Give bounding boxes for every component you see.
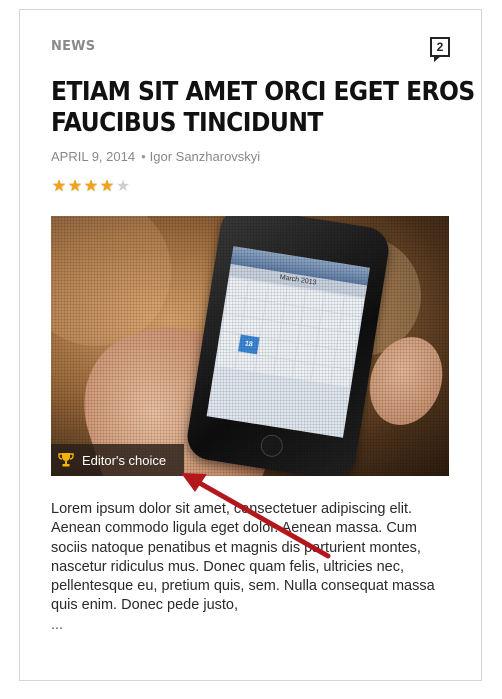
article-author[interactable]: Igor Sanzharovskyi: [150, 149, 261, 164]
smartphone-illustration: March 2013 18: [184, 216, 392, 476]
calendar-day: [333, 349, 355, 370]
article-title-line-2[interactable]: FAUCIBUS TINCIDUNT: [51, 108, 323, 138]
calendar-day: [320, 311, 341, 331]
editors-choice-label: Editor's choice: [82, 452, 167, 468]
article-meta: APRIL 9, 2014 • Igor Sanzharovskyi: [51, 149, 260, 164]
calendar-day: [244, 298, 265, 319]
article-title[interactable]: ETIAM SIT AMET ORCI EGET EROS FAUCIBUS T…: [51, 77, 475, 139]
calendar-day: [330, 367, 352, 388]
calendar-day: [295, 343, 317, 364]
article-image[interactable]: March 2013 18 Editor's choice: [51, 216, 449, 476]
calendar-grid: 18: [214, 276, 365, 389]
calendar-day: [279, 322, 301, 343]
calendar-day: [257, 337, 279, 358]
calendar-day: [298, 325, 320, 346]
editors-choice-badge: Editor's choice: [51, 444, 184, 476]
category-link[interactable]: NEWS: [51, 39, 95, 54]
calendar-day: [263, 302, 284, 322]
calendar-day: [284, 287, 306, 307]
calendar-day: [292, 361, 314, 382]
meta-separator: •: [141, 149, 146, 164]
calendar-day: [276, 340, 298, 361]
calendar-day: [241, 316, 262, 337]
calendar-day: [216, 349, 238, 369]
calendar-day: [222, 313, 243, 334]
star-icon: ★: [99, 178, 115, 195]
article-date: APRIL 9, 2014: [51, 149, 136, 164]
calendar-day: [254, 355, 276, 375]
read-more-ellipsis[interactable]: ...: [51, 616, 453, 635]
calendar-day: [260, 319, 282, 340]
comment-count-badge[interactable]: 2: [430, 37, 450, 62]
calendar-day: [265, 284, 287, 304]
calendar-day: [323, 293, 344, 313]
calendar-day: [227, 278, 249, 298]
calendar-day: [314, 346, 336, 367]
calendar-day: [225, 295, 246, 316]
calendar-day: [342, 296, 363, 316]
calendar-day: [317, 328, 339, 349]
phone-screen: March 2013 18: [206, 246, 370, 438]
trophy-icon: [58, 453, 74, 467]
calendar-day: [301, 308, 322, 328]
star-rating: ★ ★ ★ ★ ★: [51, 178, 131, 196]
star-empty-icon: ★: [115, 178, 131, 195]
calendar-day: [336, 331, 358, 352]
calendar-day: [219, 331, 241, 352]
star-icon: ★: [67, 178, 83, 195]
star-icon: ★: [83, 178, 99, 195]
calendar-day: [246, 281, 268, 301]
calendar-day: [339, 314, 361, 334]
calendar-day: [311, 364, 333, 385]
home-button-icon: [259, 433, 285, 459]
article-title-line-1[interactable]: ETIAM SIT AMET ORCI EGET EROS: [51, 77, 475, 107]
star-icon: ★: [51, 178, 67, 195]
calendar-day: [235, 352, 257, 372]
calendar-day: 18: [238, 334, 260, 355]
calendar-day: [304, 290, 325, 310]
calendar-day: [273, 358, 295, 379]
background-bokeh: [51, 216, 171, 346]
calendar-day: [282, 305, 303, 325]
excerpt-text: Lorem ipsum dolor sit amet, consectetuer…: [51, 501, 435, 614]
article-excerpt: Lorem ipsum dolor sit amet, consectetuer…: [51, 500, 453, 635]
